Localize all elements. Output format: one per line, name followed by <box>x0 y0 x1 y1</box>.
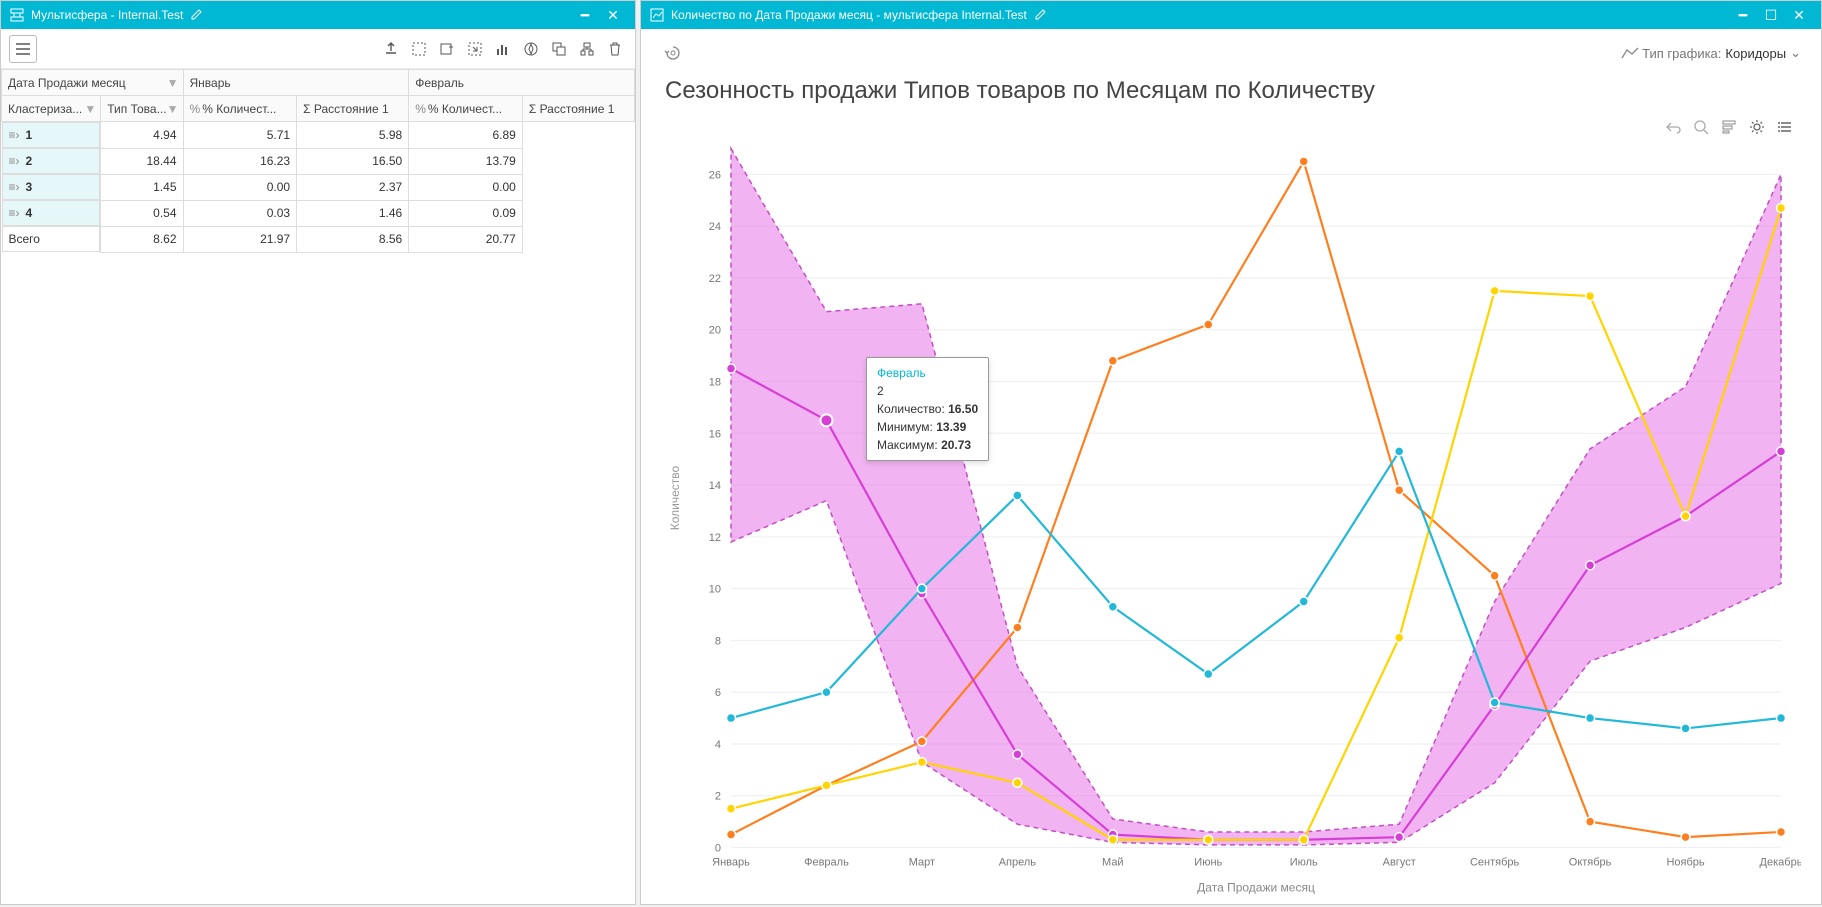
svg-text:Февраль: Февраль <box>804 857 849 869</box>
svg-text:6: 6 <box>715 687 721 699</box>
chart-title: Сезонность продажи Типов товаров по Меся… <box>665 77 1801 105</box>
minimize-button[interactable]: ━ <box>1729 1 1757 29</box>
chevron-down-icon[interactable]: ⌄ <box>1790 45 1801 61</box>
svg-text:Июль: Июль <box>1290 857 1318 869</box>
svg-text:Декабрь: Декабрь <box>1760 857 1801 869</box>
panel-multisphere: Мультисфера - Internal.Test ━ ✕ Дата Про… <box>0 0 636 905</box>
svg-text:Август: Август <box>1383 857 1416 869</box>
panel-chart: Количество по Дата Продажи месяц - мульт… <box>640 0 1822 905</box>
chart-type-label: Тип графика: <box>1642 46 1721 61</box>
measure-header[interactable]: Σ Расстояние 1 <box>297 96 409 122</box>
measure-header[interactable]: Σ Расстояние 1 <box>522 96 634 122</box>
edit-title-icon[interactable] <box>191 8 203 23</box>
svg-text:20: 20 <box>709 325 721 337</box>
maximize-button[interactable]: ☐ <box>1757 1 1785 29</box>
export-icon[interactable] <box>379 37 403 61</box>
svg-text:18: 18 <box>709 377 721 389</box>
expand-icon[interactable]: ≡› <box>9 154 20 168</box>
percent-icon: % <box>190 102 201 116</box>
zoom-icon[interactable] <box>1691 117 1711 137</box>
filter-icon[interactable]: ▼ <box>167 76 179 90</box>
hamburger-button[interactable] <box>9 35 37 63</box>
svg-text:Октябрь: Октябрь <box>1569 857 1612 869</box>
col-header-feb[interactable]: Февраль <box>409 70 635 96</box>
minimize-button[interactable]: ━ <box>571 1 599 29</box>
table-row[interactable]: ≡›1 4.945.715.986.89 <box>2 122 635 149</box>
compass-icon[interactable] <box>519 37 543 61</box>
svg-text:0: 0 <box>715 843 721 855</box>
pivot-grid: Дата Продажи месяц ▼ Январь Февраль Клас… <box>1 69 635 904</box>
svg-text:Март: Март <box>909 857 935 869</box>
chart-plot[interactable]: 02468101214161820222426ЯнварьФевральМарт… <box>661 137 1801 899</box>
chart-win-icon <box>649 7 665 23</box>
chart-toolbar: Тип графика: Коридоры ⌄ <box>661 37 1801 69</box>
svg-text:Количество: Количество <box>668 465 682 530</box>
close-button[interactable]: ✕ <box>599 1 627 29</box>
list-icon[interactable] <box>1775 117 1795 137</box>
expand-icon[interactable]: ≡› <box>9 128 20 142</box>
edit-title-icon[interactable] <box>1035 8 1047 23</box>
table-row[interactable]: ≡›2 18.4416.2316.5013.79 <box>2 148 635 174</box>
svg-text:8: 8 <box>715 635 721 647</box>
svg-text:Май: Май <box>1102 857 1124 869</box>
selection-icon[interactable] <box>407 37 431 61</box>
resize-icon[interactable] <box>463 37 487 61</box>
table-row[interactable]: ≡›4 0.540.031.460.09 <box>2 200 635 226</box>
chart-line-icon <box>1618 41 1642 65</box>
chart-type-value[interactable]: Коридоры <box>1725 46 1786 61</box>
gear-icon[interactable] <box>1747 117 1767 137</box>
close-button[interactable]: ✕ <box>1785 1 1813 29</box>
filter-icon[interactable]: ▼ <box>84 102 96 116</box>
svg-text:Дата Продажи месяц: Дата Продажи месяц <box>1197 881 1315 895</box>
svg-text:22: 22 <box>709 273 721 285</box>
app-icon <box>9 7 25 23</box>
undo-icon[interactable] <box>1663 117 1683 137</box>
filter-icon[interactable]: ▼ <box>167 102 179 116</box>
measure-header[interactable]: %% Количест... <box>409 96 523 122</box>
trash-icon[interactable] <box>603 37 627 61</box>
svg-text:16: 16 <box>709 428 721 440</box>
svg-text:Январь: Январь <box>712 857 750 869</box>
svg-text:4: 4 <box>715 739 721 751</box>
titlebar-right: Количество по Дата Продажи месяц - мульт… <box>641 1 1821 29</box>
svg-text:10: 10 <box>709 584 721 596</box>
titlebar-left: Мультисфера - Internal.Test ━ ✕ <box>1 1 635 29</box>
window-title-right: Количество по Дата Продажи месяц - мульт… <box>671 8 1027 22</box>
chart-tooltip: Февраль 2 Количество: 16.50 Минимум: 13.… <box>866 357 989 461</box>
svg-text:14: 14 <box>709 480 721 492</box>
svg-text:Ноябрь: Ноябрь <box>1666 857 1704 869</box>
measure-header[interactable]: %% Количест... <box>183 96 297 122</box>
dim-header-month[interactable]: Дата Продажи месяц ▼ <box>2 70 184 96</box>
dimension-add-icon[interactable] <box>435 37 459 61</box>
sort-icon[interactable] <box>1719 117 1739 137</box>
svg-text:12: 12 <box>709 532 721 544</box>
svg-text:Июнь: Июнь <box>1194 857 1222 869</box>
refresh-icon[interactable] <box>661 41 685 65</box>
bars-icon[interactable] <box>491 37 515 61</box>
tooltip-header: Февраль <box>877 364 978 382</box>
save-config-icon[interactable] <box>547 37 571 61</box>
dim-header-type[interactable]: Тип Това...▼ <box>101 96 183 122</box>
svg-text:Апрель: Апрель <box>999 857 1037 869</box>
chart-mini-toolbar <box>661 117 1801 137</box>
col-header-jan[interactable]: Январь <box>183 70 409 96</box>
tooltip-row: 2 <box>877 382 978 400</box>
svg-text:2: 2 <box>715 791 721 803</box>
svg-text:26: 26 <box>709 169 721 181</box>
expand-icon[interactable]: ≡› <box>9 206 20 220</box>
dim-header-cluster[interactable]: Кластериза...▼ <box>2 96 101 122</box>
total-row: Всего 8.6221.978.5620.77 <box>2 226 635 252</box>
svg-text:Сентябрь: Сентябрь <box>1470 857 1520 869</box>
window-title-left: Мультисфера - Internal.Test <box>31 8 183 22</box>
hierarchy-icon[interactable] <box>575 37 599 61</box>
expand-icon[interactable]: ≡› <box>9 180 20 194</box>
table-row[interactable]: ≡›3 1.450.002.370.00 <box>2 174 635 200</box>
toolbar-left <box>1 29 635 69</box>
percent-icon: % <box>415 102 426 116</box>
svg-text:24: 24 <box>709 221 721 233</box>
